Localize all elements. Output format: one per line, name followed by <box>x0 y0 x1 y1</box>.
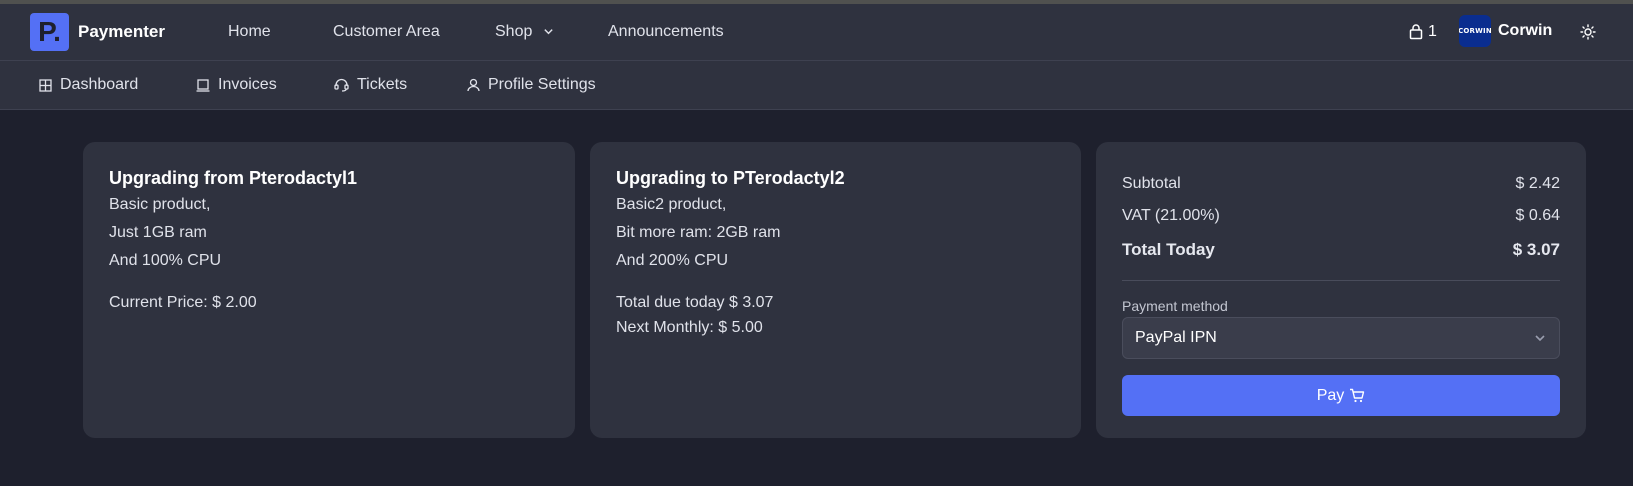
sun-icon <box>1580 24 1596 40</box>
subnav-invoices-label: Invoices <box>218 76 277 93</box>
upgrade-from-card: Upgrading from Pterodactyl1 Basic produc… <box>83 142 575 438</box>
nav-customer-area[interactable]: Customer Area <box>333 23 440 41</box>
invoice-icon <box>196 78 210 92</box>
upgrade-to-line: And 200% CPU <box>616 252 729 269</box>
upgrade-from-title: Upgrading from Pterodactyl1 <box>109 168 358 188</box>
total-value: $ 3.07 <box>1512 240 1560 259</box>
total-row: Total Today $ 3.07 <box>1122 240 1560 260</box>
total-label: Total Today <box>1122 240 1215 259</box>
upgrade-to-line: Basic2 product, <box>616 196 727 213</box>
paymenter-logo: P. <box>30 13 69 51</box>
theme-toggle-button[interactable] <box>1580 24 1596 45</box>
client-subnav: Dashboard Invoices Tickets Profile Setti… <box>0 61 1633 110</box>
nav-home[interactable]: Home <box>228 23 271 41</box>
headset-icon <box>334 78 349 92</box>
cart-button[interactable]: 1 <box>1409 23 1437 41</box>
brand-name: Paymenter <box>78 22 165 41</box>
upgrade-from-line: And 100% CPU <box>109 252 222 269</box>
upgrade-from-line: Just 1GB ram <box>109 224 207 241</box>
nav-shop-label: Shop <box>495 23 533 40</box>
subnav-dashboard[interactable]: Dashboard <box>39 76 138 94</box>
payment-method-value: PayPal IPN <box>1135 329 1217 346</box>
avatar-text: CORWIN <box>1459 27 1491 35</box>
subtotal-value: $ 2.42 <box>1515 175 1560 192</box>
subnav-profile-label: Profile Settings <box>488 76 596 93</box>
brand[interactable]: P. Paymenter <box>30 13 165 51</box>
chevron-down-icon <box>544 29 553 35</box>
nav-shop[interactable]: Shop <box>495 23 554 41</box>
subtotal-row: Subtotal $ 2.42 <box>1122 175 1560 193</box>
subtotal-label: Subtotal <box>1122 175 1181 192</box>
username[interactable]: Corwin <box>1498 22 1552 40</box>
chevron-down-icon <box>1535 335 1545 342</box>
vat-label: VAT (21.00%) <box>1122 207 1220 224</box>
payment-method-label: Payment method <box>1122 298 1228 314</box>
summary-divider <box>1122 280 1560 281</box>
upgrade-to-title: Upgrading to PTerodactyl2 <box>616 168 845 188</box>
cart-icon <box>1350 388 1365 403</box>
dashboard-icon <box>39 78 52 92</box>
upgrade-from-line: Basic product, <box>109 196 211 213</box>
total-due-today: Total due today $ 3.07 <box>616 294 774 311</box>
nav-announcements[interactable]: Announcements <box>608 23 724 41</box>
next-monthly-price: Next Monthly: $ 5.00 <box>616 319 763 336</box>
order-summary-card: Subtotal $ 2.42 VAT (21.00%) $ 0.64 Tota… <box>1096 142 1586 438</box>
subnav-invoices[interactable]: Invoices <box>196 76 277 94</box>
vat-value: $ 0.64 <box>1515 207 1560 224</box>
pay-button[interactable]: Pay <box>1122 375 1560 416</box>
upgrade-to-line: Bit more ram: 2GB ram <box>616 224 781 241</box>
subnav-tickets-label: Tickets <box>357 76 408 93</box>
user-icon <box>467 78 480 92</box>
subnav-tickets[interactable]: Tickets <box>334 76 407 94</box>
pay-button-label: Pay <box>1316 386 1345 404</box>
subnav-profile-settings[interactable]: Profile Settings <box>467 76 596 94</box>
payment-method-select[interactable]: PayPal IPN <box>1122 317 1560 359</box>
shopping-bag-icon <box>1409 24 1423 40</box>
top-navbar: P. Paymenter Home Customer Area Shop Ann… <box>0 4 1633 61</box>
subnav-dashboard-label: Dashboard <box>60 76 139 93</box>
current-price: Current Price: $ 2.00 <box>109 294 257 311</box>
upgrade-to-card: Upgrading to PTerodactyl2 Basic2 product… <box>590 142 1081 438</box>
avatar[interactable]: CORWIN <box>1459 15 1491 47</box>
cart-count: 1 <box>1428 23 1437 40</box>
vat-row: VAT (21.00%) $ 0.64 <box>1122 207 1560 225</box>
